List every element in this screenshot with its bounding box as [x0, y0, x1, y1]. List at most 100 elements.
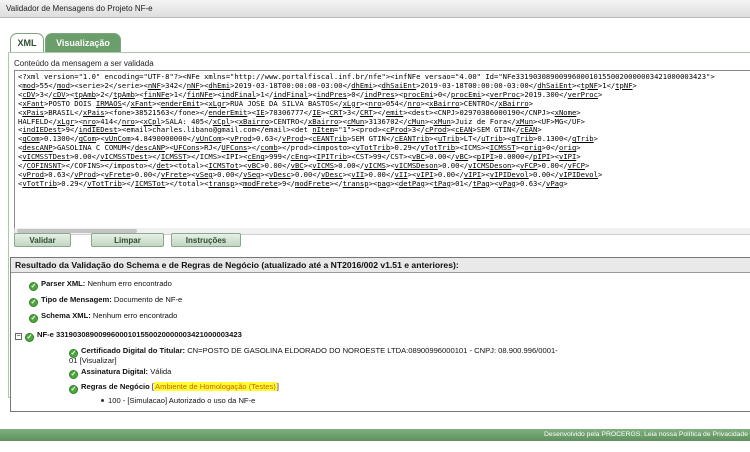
xml-segment: ><serie>2</serie>< [69, 80, 148, 90]
xml-segment: >0.00</ [537, 161, 568, 171]
xml-segment: >0.00</ [212, 169, 244, 179]
xml-segment: > [597, 89, 603, 99]
xml-segment: >78306777</ [264, 107, 313, 117]
xml-segment: vBC [455, 152, 469, 162]
xml-segment: vProd [230, 134, 252, 144]
check-icon: ✓ [69, 385, 78, 394]
xml-segment: ></total>< [165, 178, 209, 188]
xml-segment: cEnq [290, 152, 308, 162]
xml-segment: ><fone>38521563</fone></ [104, 107, 209, 117]
xml-segment: ></ [121, 178, 135, 188]
xml-segment: vTotTrib [87, 178, 122, 188]
xml-segment: >0.00</ [528, 169, 560, 179]
xml-segment: ><total>< [169, 161, 209, 171]
xml-segment: >3136702</ [364, 116, 408, 126]
xml-segment: xPais [22, 107, 44, 117]
xml-segment: nNF [186, 80, 200, 90]
xml-segment: ></ [247, 143, 261, 153]
xml-segment: >0.00</ [424, 152, 456, 162]
xml-segment: > [576, 107, 581, 117]
xml-segment: vBC [411, 152, 425, 162]
xml-segment: xNome [554, 107, 577, 117]
xml-segment: ICMSST [160, 152, 187, 162]
xml-segment: > [632, 80, 637, 90]
xml-segment: vTotTrib [420, 143, 456, 153]
schema-label: Schema XML: [41, 311, 91, 320]
xml-segment: ><email>charles.libano@gmail.com</email>… [117, 125, 313, 135]
certificado-value-2: 01 [69, 356, 78, 365]
xml-segment: >< [74, 116, 83, 126]
xml-segment: vBC [247, 161, 261, 171]
xml-textarea[interactable]: <?xml version="1.0" encoding="UTF-8"?><N… [14, 70, 750, 230]
xml-segment: ICMSTot [134, 178, 166, 188]
xml-segment: >0.00</ [333, 161, 365, 171]
xml-segment: dhEmi [351, 80, 373, 90]
xml-segment: >< [134, 116, 144, 126]
xml-segment: xBairro [307, 116, 339, 126]
xml-segment: vProd [282, 134, 304, 144]
regras-label: Regras de Negócio [81, 382, 150, 391]
xml-segment: uTrib [481, 134, 503, 144]
window-title: Validador de Mensagens do Projeto NF-e [6, 4, 153, 13]
xml-segment: >0.29</ [56, 178, 88, 188]
collapse-toggle-icon[interactable]: − [15, 333, 22, 340]
xml-segment: cDV [22, 89, 36, 99]
xml-segment: verProc [567, 89, 598, 99]
xml-segment: >< [424, 116, 434, 126]
tab-xml[interactable]: XML [10, 33, 44, 52]
xml-segment: nNF [147, 80, 161, 90]
xml-segment: >3</ [342, 107, 360, 117]
xml-segment: UFCons [221, 143, 248, 153]
xml-segment: xFant [130, 98, 153, 108]
xml-segment: >< [359, 98, 369, 108]
result-header-text: Resultado da Validação do Schema e de Re… [15, 260, 459, 270]
xml-segment: vII [351, 169, 365, 179]
xml-segment: vICMSDeson [468, 161, 512, 171]
xml-segment: CRT [329, 107, 343, 117]
xml-segment: nItem [312, 125, 334, 135]
assinatura-value: Válida [150, 367, 172, 376]
xml-segment: vTotTrib [22, 178, 57, 188]
xml-segment: xCpl [143, 116, 161, 126]
xml-segment: indIEDest [22, 125, 62, 135]
xml-segment: IPITrib [316, 152, 347, 162]
xml-segment: vIPIDevol [489, 169, 529, 179]
visualizar-link[interactable]: [Visualizar] [80, 356, 117, 365]
xml-segment: nro [121, 116, 135, 126]
xml-segment: dhEmi [208, 80, 231, 90]
xml-segment: ></ [147, 152, 161, 162]
footer-text[interactable]: Desenvolvido pela PROCERGS. Leia nossa P… [544, 431, 748, 438]
xml-segment: >Juiz de Fora</ [450, 116, 516, 126]
xml-segment: >1</ [169, 89, 187, 99]
xml-segment: vICMSSTDest [100, 152, 148, 162]
xml-segment: cEANTrib [312, 134, 347, 144]
ambiente-highlight: Ambiente de Homologação (Testes) [154, 382, 277, 391]
xml-segment: tPag [433, 178, 451, 188]
xml-segment: descANP [134, 143, 166, 153]
limpar-button[interactable]: Limpar [91, 233, 164, 247]
xml-segment: vIPIDevol [559, 169, 598, 179]
xml-segment: >< [320, 107, 330, 117]
validar-button[interactable]: Validar [14, 233, 71, 247]
xml-segment: ></COFINS></imposto></ [61, 161, 157, 171]
xml-segment: IRMAOS [95, 98, 122, 108]
xml-segment: vUnCom [104, 134, 131, 144]
xml-segment: dhSaiEnt [381, 80, 417, 90]
tab-visualizacao[interactable]: Visualização [45, 33, 121, 52]
instrucoes-button[interactable]: Instruções [171, 233, 241, 247]
xml-content: <?xml version="1.0" encoding="UTF-8"?><N… [15, 71, 750, 191]
xml-segment: vICMSDeson [394, 161, 438, 171]
xml-segment: >0.00</ [130, 169, 161, 179]
check-icon: ✓ [25, 333, 34, 342]
xml-segment: cEAN [455, 125, 473, 135]
xml-segment: vProd [74, 169, 96, 179]
xml-segment: emit [385, 107, 404, 117]
xml-segment: indFinal [273, 89, 308, 99]
xml-segment: >2019-03-18T00:00:00-03:00</ [416, 80, 538, 90]
xml-segment: > [593, 134, 598, 144]
xml-segment: >< [550, 152, 560, 162]
xml-segment: descANP [22, 143, 53, 153]
xml-segment: vFCP [567, 161, 585, 171]
xml-segment: procEmi [403, 89, 434, 99]
xml-segment: >0</ [346, 89, 365, 99]
